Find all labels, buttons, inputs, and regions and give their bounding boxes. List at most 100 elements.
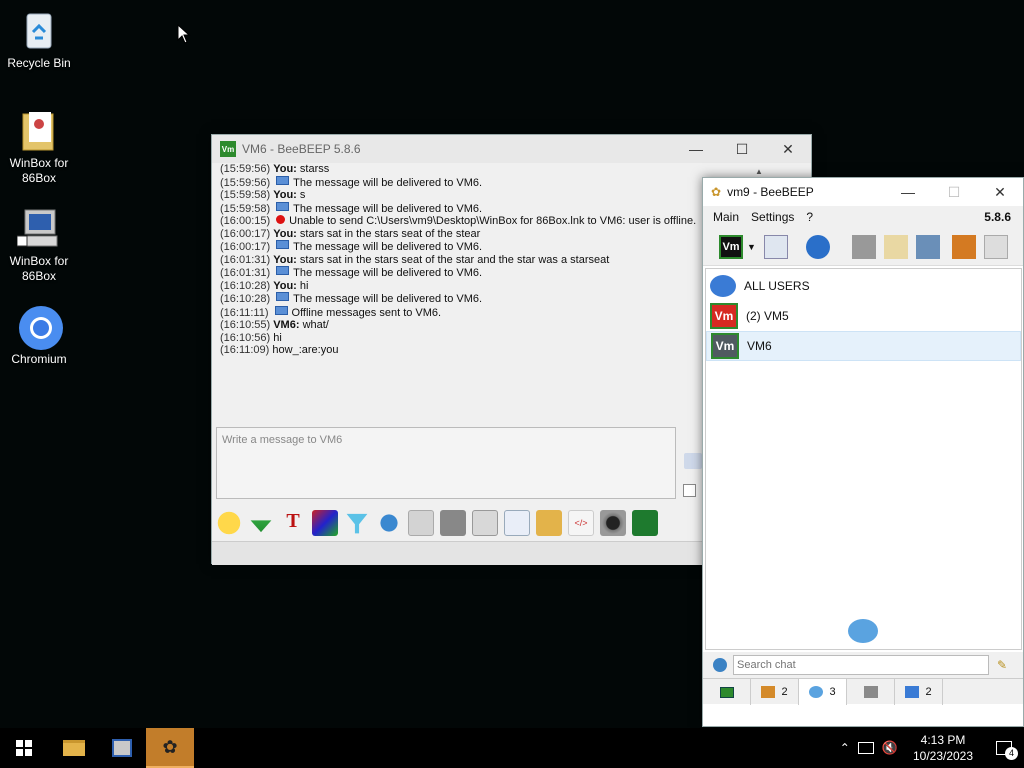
minimize-button[interactable]: — <box>885 178 931 206</box>
message-sender: You: <box>273 279 297 292</box>
screenshot-icon[interactable] <box>632 510 658 536</box>
font-icon[interactable]: T <box>280 510 306 536</box>
color-icon[interactable] <box>312 510 338 536</box>
close-button[interactable]: ✕ <box>765 135 811 163</box>
update-icon[interactable] <box>951 234 976 259</box>
menu-main[interactable]: Main <box>713 210 739 224</box>
clear-icon[interactable] <box>983 234 1008 259</box>
group-icon[interactable] <box>851 234 876 259</box>
desktop-icon-label: WinBox for 86Box <box>9 156 69 185</box>
bottom-tabs: 2 3 2 <box>703 678 1023 705</box>
notification-count: 4 <box>1005 747 1018 760</box>
send-file-icon[interactable] <box>536 510 562 536</box>
search-settings-icon[interactable] <box>713 658 727 672</box>
start-button[interactable] <box>0 728 48 768</box>
dictionary-icon[interactable] <box>440 510 466 536</box>
chat-tab-icon <box>809 686 824 698</box>
my-status-icon[interactable]: Vm <box>719 234 743 259</box>
clear-search-icon[interactable]: ✎ <box>997 658 1007 672</box>
chat-message: (16:10:28) You: hi <box>220 280 762 293</box>
taskbar-app-beebeep[interactable]: ✿ <box>146 728 194 768</box>
chat-window-titlebar[interactable]: Vm VM6 - BeeBEEP 5.8.6 — ☐ ✕ <box>212 135 811 163</box>
menu-bar: Main Settings ? 5.8.6 <box>703 206 1023 228</box>
vm-user-icon: Vm <box>710 303 738 329</box>
message-timestamp: (16:10:28) <box>220 279 271 292</box>
envelope-icon <box>276 240 290 249</box>
chat-message: (16:10:55) VM6: what/ <box>220 319 762 332</box>
groups-tab-icon <box>863 686 878 698</box>
html-icon[interactable]: </> <box>568 510 594 536</box>
file-explorer-button[interactable] <box>50 728 98 768</box>
search-input[interactable] <box>733 655 989 675</box>
tab-groups[interactable] <box>847 679 895 705</box>
taskbar: ✿ ⌃ 🔇 4:13 PM 10/23/2023 4 <box>0 728 1024 768</box>
network-icon[interactable] <box>805 234 830 259</box>
desktop-icon-winbox-folder[interactable]: WinBox for 86Box <box>1 108 77 186</box>
envelope-icon <box>276 292 290 301</box>
menu-settings[interactable]: Settings <box>751 210 794 224</box>
camera-icon[interactable] <box>600 510 626 536</box>
menu-help[interactable]: ? <box>806 210 813 224</box>
scroll-up-arrow[interactable]: ▲ <box>755 167 765 177</box>
chromium-icon <box>17 304 63 350</box>
chat-message: (15:59:56) You: starss <box>220 163 762 176</box>
screen-icon <box>719 686 734 698</box>
desktop-icon-label: Chromium <box>11 352 67 366</box>
chat-bubbles-icon <box>848 619 878 643</box>
show-hidden-icons-button[interactable]: ⌃ <box>840 741 850 755</box>
desktop-icon-winbox-shortcut[interactable]: WinBox for 86Box <box>1 206 77 284</box>
filter-icon[interactable] <box>346 513 368 534</box>
windows-icon <box>16 740 32 756</box>
bee-icon: ✿ <box>162 736 178 757</box>
clock-time: 4:13 PM <box>920 733 966 747</box>
clock[interactable]: 4:13 PM 10/23/2023 <box>908 732 978 764</box>
message-timestamp: (16:11:11) <box>220 306 269 319</box>
tab-count: 2 <box>925 686 932 698</box>
message-timestamp: (16:10:28) <box>220 293 271 305</box>
tab-users[interactable]: 2 <box>751 679 799 705</box>
chat-log[interactable]: (15:59:56) You: starss (15:59:56) The mess… <box>216 163 766 421</box>
status-dropdown-icon[interactable]: ▼ <box>747 242 756 252</box>
message-text: stars sat in the stars seat of the star … <box>299 253 610 266</box>
notification-center-button[interactable]: 4 <box>984 728 1024 768</box>
chat-window-title: VM6 - BeeBEEP 5.8.6 <box>242 142 361 156</box>
tab-chats[interactable]: 3 <box>799 679 847 705</box>
message-sender: VM6: <box>273 319 300 331</box>
spellcheck-icon[interactable] <box>408 510 434 536</box>
maximize-button[interactable]: ☐ <box>931 178 977 206</box>
volume-muted-icon[interactable]: 🔇 <box>882 740 898 756</box>
message-text: hi <box>299 279 309 292</box>
message-input[interactable]: Write a message to VM6 <box>216 427 676 499</box>
tools-icon[interactable] <box>915 234 940 259</box>
taskbar-app-computer[interactable] <box>98 728 146 768</box>
music-note-icon[interactable] <box>472 510 498 536</box>
tab-screen[interactable] <box>703 679 751 705</box>
send-icon[interactable] <box>684 453 702 469</box>
settings-icon[interactable] <box>376 510 402 536</box>
enter-send-checkbox[interactable] <box>683 484 696 497</box>
emoticon-icon[interactable] <box>216 510 242 536</box>
message-timestamp: (15:59:58) <box>220 202 271 215</box>
tab-count: 2 <box>781 686 788 698</box>
envelope-icon <box>274 305 288 315</box>
vm-user-icon: Vm <box>711 333 739 359</box>
download-icon[interactable] <box>250 520 272 533</box>
desktop-icon-chromium[interactable]: Chromium <box>1 304 77 367</box>
user-list-item-all[interactable]: ALL USERS <box>706 271 1021 301</box>
message-timestamp: (16:00:17) <box>220 227 271 240</box>
edit-profile-icon[interactable] <box>763 234 788 259</box>
tab-shares[interactable]: 2 <box>895 679 943 705</box>
bee-icon: ✿ <box>711 185 722 199</box>
message-timestamp: (16:01:31) <box>220 267 271 279</box>
desktop-icon-recycle-bin[interactable]: Recycle Bin <box>1 8 77 71</box>
users-window-titlebar[interactable]: ✿ vm9 - BeeBEEP — ☐ ✕ <box>703 178 1023 206</box>
network-icon[interactable] <box>857 742 874 754</box>
user-list-item-vm6[interactable]: Vm VM6 <box>706 331 1021 361</box>
close-button[interactable]: ✕ <box>977 178 1023 206</box>
user-list-item-vm5[interactable]: Vm (2) VM5 <box>706 301 1021 331</box>
message-text: The message will be delivered to VM6. <box>293 241 483 253</box>
maximize-button[interactable]: ☐ <box>719 135 765 163</box>
minimize-button[interactable]: — <box>673 135 719 163</box>
notes-icon[interactable] <box>883 234 908 259</box>
save-chat-icon[interactable] <box>504 510 530 536</box>
